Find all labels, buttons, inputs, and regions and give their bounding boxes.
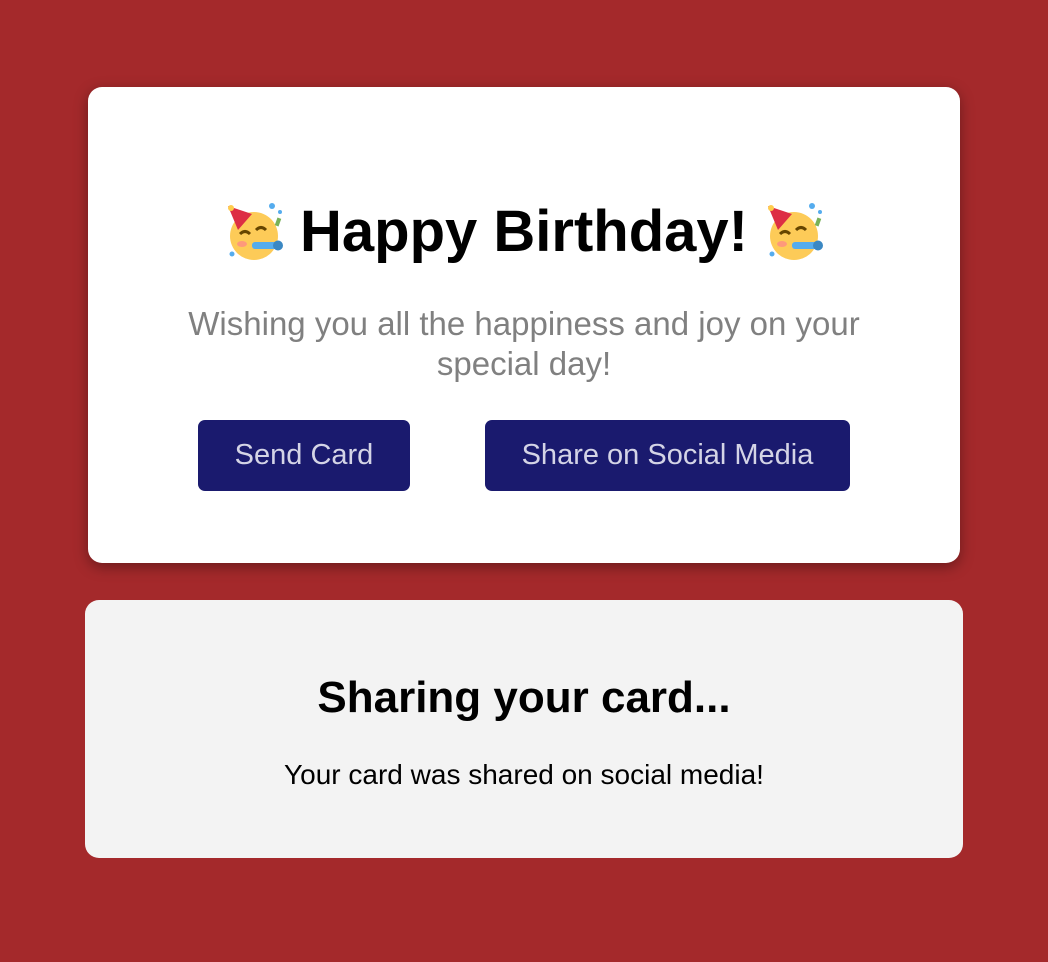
card-message: Wishing you all the happiness and joy on… [188, 305, 860, 382]
partying-face-icon [767, 203, 823, 260]
share-social-button[interactable]: Share on Social Media [485, 420, 850, 491]
send-card-button[interactable]: Send Card [198, 420, 410, 491]
status-title: Sharing your card... [317, 673, 731, 722]
partying-face-icon [228, 203, 284, 260]
card-title-row: Happy Birthday! [88, 197, 960, 267]
sharing-status-panel: Sharing your card... Your card was share… [85, 600, 963, 858]
card-title: Happy Birthday! [300, 199, 748, 264]
status-message: Your card was shared on social media! [284, 759, 764, 790]
birthday-card: Happy Birthday! Wishing you all the happ… [88, 87, 960, 563]
